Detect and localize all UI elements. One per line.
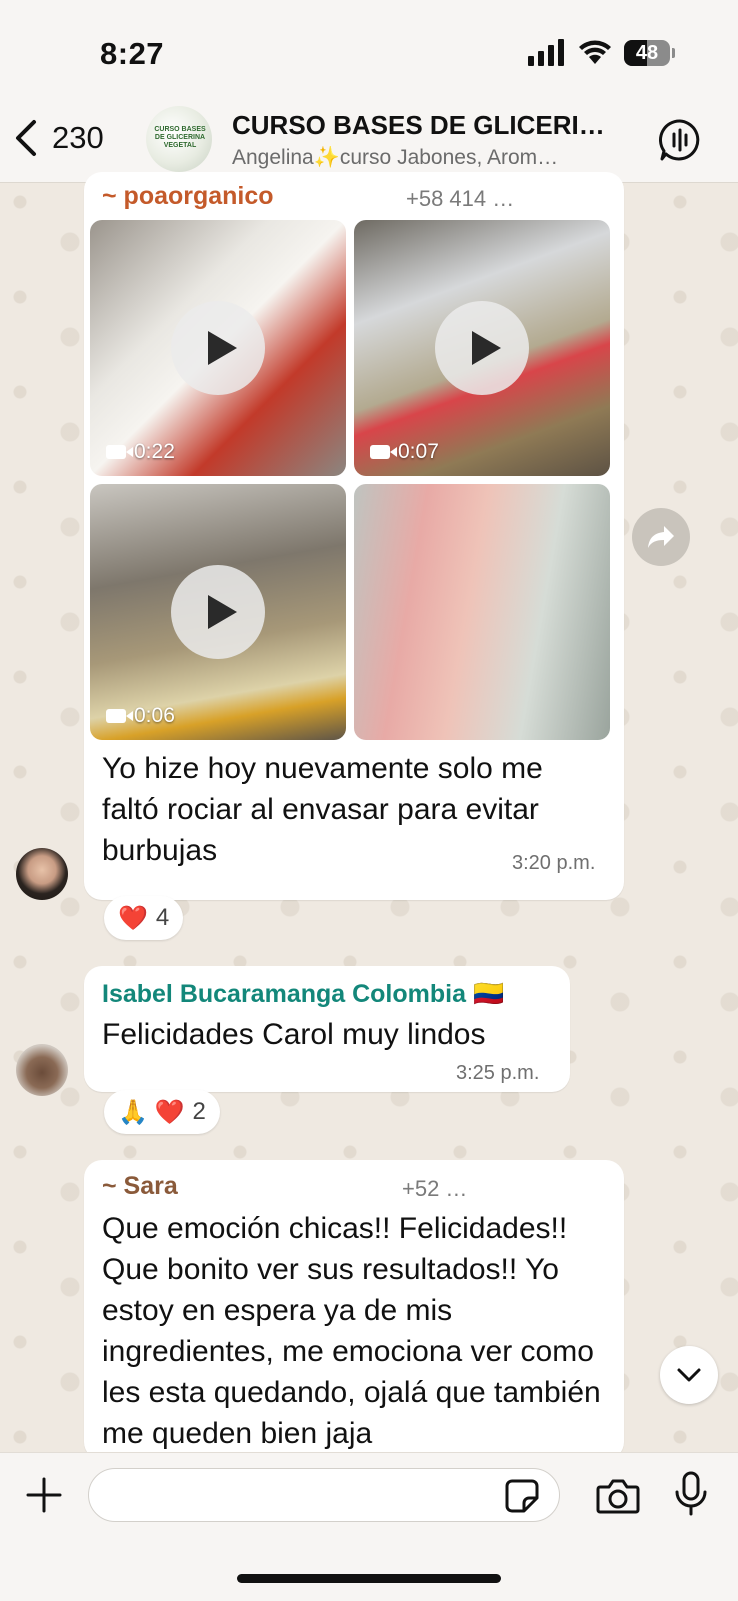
group-members[interactable]: Angelina✨curso Jabones, Arom… <box>232 146 602 170</box>
cellular-signal-icon <box>528 38 564 66</box>
sticker-icon <box>505 1479 539 1513</box>
sticker-button[interactable] <box>504 1478 540 1519</box>
message-text: Felicidades Carol muy lindos <box>102 1018 486 1051</box>
wifi-icon <box>578 38 612 71</box>
video-thumbnail[interactable]: 0:22 <box>90 220 346 476</box>
photo-thumbnail[interactable] <box>354 484 610 740</box>
message-text: Que emoción chicas!! Felicidades!! Que b… <box>102 1212 601 1450</box>
video-duration: 0:22 <box>134 440 175 463</box>
sender-phone: +52 … <box>402 1176 468 1201</box>
video-thumbnail[interactable]: 0:07 <box>354 220 610 476</box>
audio-wave-icon <box>659 119 700 161</box>
chevron-left-icon <box>16 120 36 156</box>
camera-button[interactable] <box>596 1477 640 1520</box>
group-avatar[interactable]: CURSO BASES DE GLICERINA VEGETAL <box>146 106 212 172</box>
message-bubble[interactable]: ~ Sara +52 … Que emoción chicas!! Felici… <box>84 1160 624 1460</box>
chat-header: 230 CURSO BASES DE GLICERINA VEGETAL CUR… <box>0 100 738 183</box>
message-text: Yo hize hoy nuevamente solo me faltó roc… <box>102 752 543 867</box>
home-indicator[interactable] <box>237 1574 501 1583</box>
message-time: 3:25 p.m. <box>456 1062 540 1084</box>
battery-level: 48 <box>635 41 659 64</box>
message-time: 3:20 p.m. <box>512 852 596 874</box>
scroll-to-bottom-button[interactable] <box>660 1346 718 1404</box>
flag-icon: 🇨🇴 <box>472 980 505 1008</box>
reaction-emojis: ❤️ <box>118 904 148 932</box>
chevron-down-icon <box>677 1368 701 1382</box>
video-camera-icon <box>106 709 133 723</box>
back-button[interactable]: 230 <box>12 118 104 158</box>
battery-icon: 48 <box>624 40 670 66</box>
forward-button[interactable] <box>632 508 690 566</box>
play-icon[interactable] <box>171 565 265 659</box>
video-camera-icon <box>106 445 133 459</box>
status-time: 8:27 <box>100 36 165 71</box>
reaction-pill[interactable]: ❤️ 4 <box>104 896 184 940</box>
play-icon[interactable] <box>171 301 265 395</box>
share-arrow-icon <box>648 526 674 548</box>
reaction-emojis: 🙏 ❤️ <box>118 1098 185 1126</box>
voice-chat-button[interactable] <box>658 118 702 167</box>
message-bubble[interactable]: Isabel Bucaramanga Colombia 🇨🇴 Felicidad… <box>84 966 570 1092</box>
voice-message-button[interactable] <box>674 1471 708 1522</box>
sender-name[interactable]: ~ Sara <box>102 1172 178 1201</box>
sender-name[interactable]: ~ poaorganico <box>102 182 274 211</box>
sender-name[interactable]: Isabel Bucaramanga Colombia 🇨🇴 <box>102 980 504 1009</box>
unread-count: 230 <box>52 120 104 155</box>
microphone-icon <box>675 1471 707 1516</box>
sender-name-text: Isabel Bucaramanga Colombia <box>102 980 467 1008</box>
attach-button[interactable] <box>26 1477 62 1518</box>
avatar[interactable] <box>16 848 68 900</box>
message-input[interactable] <box>88 1468 560 1522</box>
plus-icon <box>26 1477 62 1513</box>
reaction-pill[interactable]: 🙏 ❤️ 2 <box>104 1090 220 1134</box>
reaction-count: 4 <box>155 904 170 931</box>
video-camera-icon <box>370 445 397 459</box>
group-name[interactable]: CURSO BASES DE GLICERI… <box>232 110 602 141</box>
battery-tip <box>672 48 675 58</box>
sender-phone: +58 414 … <box>406 186 515 211</box>
status-bar: 8:27 48 <box>0 0 738 100</box>
video-duration: 0:07 <box>398 440 439 463</box>
video-thumbnail[interactable]: 0:06 <box>90 484 346 740</box>
camera-icon <box>596 1479 640 1514</box>
play-icon[interactable] <box>435 301 529 395</box>
video-duration: 0:06 <box>134 704 175 727</box>
group-avatar-text: CURSO BASES DE GLICERINA VEGETAL <box>154 126 206 149</box>
avatar[interactable] <box>16 1044 68 1096</box>
message-bubble-media[interactable]: ~ poaorganico +58 414 … 0:22 0:07 0:06 Y… <box>84 172 624 900</box>
reaction-count: 2 <box>192 1098 206 1125</box>
